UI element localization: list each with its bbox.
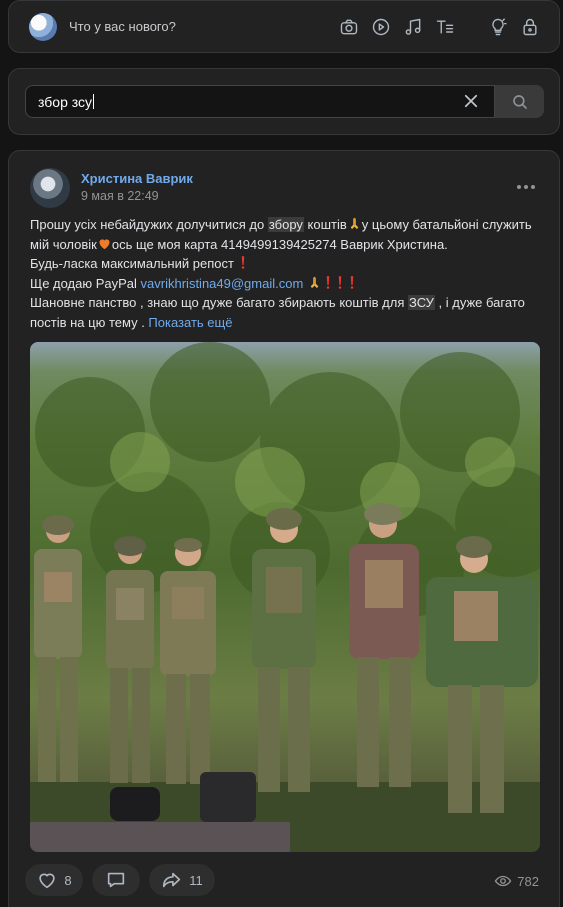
text-fragment: ось ще моя карта 4149499139425274 Ваврик… bbox=[111, 236, 448, 252]
share-count: 11 bbox=[189, 872, 203, 888]
praying-hands-icon bbox=[310, 276, 319, 288]
comment-icon bbox=[107, 872, 125, 888]
clear-icon[interactable] bbox=[462, 92, 480, 110]
share-button[interactable]: 11 bbox=[149, 864, 215, 896]
more-options-icon[interactable] bbox=[517, 185, 535, 189]
search-button[interactable] bbox=[495, 85, 544, 118]
email-link[interactable]: vavrikhristina49@gmail.com bbox=[141, 276, 304, 291]
search-icon bbox=[512, 94, 527, 109]
text-fragment: Будь-ласка максимальний репост bbox=[30, 256, 234, 271]
search-input[interactable]: збор зсу bbox=[25, 85, 495, 118]
wall-post: Христина Ваврик 9 мая в 22:49 Прошу усіх… bbox=[8, 150, 560, 907]
text-fragment: Ще додаю PayPal bbox=[30, 275, 141, 291]
views-counter: 782 bbox=[494, 872, 539, 890]
search-highlight: ЗСУ bbox=[408, 295, 435, 310]
views-count: 782 bbox=[517, 873, 539, 889]
show-more-link[interactable]: Показать ещё bbox=[148, 315, 232, 330]
comment-button[interactable] bbox=[92, 864, 140, 896]
author-avatar[interactable] bbox=[30, 168, 70, 208]
music-icon[interactable] bbox=[402, 16, 424, 38]
soldiers-photo-illustration bbox=[30, 342, 540, 852]
post-text: Прошу усіх небайдужих долучитися до збор… bbox=[30, 215, 545, 332]
text-fragment: Шановне панство , знаю що дуже багато зб… bbox=[30, 295, 408, 310]
post-photo[interactable] bbox=[30, 342, 540, 852]
orange-heart-icon bbox=[99, 238, 110, 249]
like-button[interactable]: 8 bbox=[25, 864, 83, 896]
text-format-icon[interactable] bbox=[434, 16, 456, 38]
author-name[interactable]: Христина Ваврик bbox=[81, 171, 193, 186]
search-highlight: збору bbox=[267, 217, 304, 232]
exclamation-icon bbox=[350, 275, 354, 289]
search-query[interactable]: збор зсу bbox=[38, 94, 94, 110]
praying-hands-icon bbox=[350, 217, 359, 230]
bulb-icon[interactable] bbox=[487, 16, 509, 38]
text-fragment: коштів bbox=[303, 217, 347, 232]
post-date[interactable]: 9 мая в 22:49 bbox=[81, 189, 159, 203]
exclamation-icon bbox=[241, 256, 244, 269]
eye-icon bbox=[495, 875, 512, 887]
lock-icon[interactable] bbox=[519, 16, 541, 38]
share-icon bbox=[163, 872, 181, 888]
heart-icon bbox=[39, 873, 56, 889]
exclamation-icon bbox=[338, 275, 342, 289]
video-icon[interactable] bbox=[370, 16, 392, 38]
search-panel: збор зсу bbox=[8, 68, 560, 135]
exclamation-icon bbox=[326, 275, 330, 289]
text-fragment: Прошу усіх небайдужих долучитися до bbox=[30, 217, 268, 232]
user-avatar[interactable] bbox=[29, 13, 57, 41]
like-count: 8 bbox=[64, 872, 72, 888]
camera-icon[interactable] bbox=[338, 16, 360, 38]
composer-placeholder[interactable]: Что у вас нового? bbox=[69, 19, 176, 34]
post-composer: Что у вас нового? bbox=[8, 0, 560, 53]
